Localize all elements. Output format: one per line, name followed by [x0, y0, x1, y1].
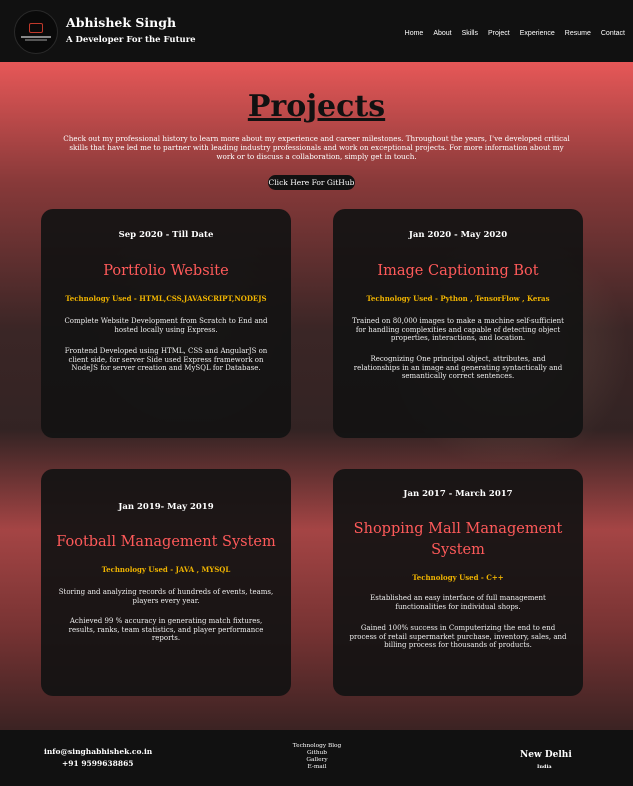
project-tech: Technology Used - Python , TensorFlow , … — [366, 294, 550, 303]
nav-contact[interactable]: Contact — [601, 30, 625, 37]
project-tech: Technology Used - C++ — [412, 573, 504, 582]
project-desc: Established an easy interface of full ma… — [370, 594, 546, 611]
site-owner-name: Abhishek Singh — [66, 15, 177, 30]
main-nav: Home About Skills Project Experience Res… — [405, 30, 625, 37]
project-date: Sep 2020 - Till Date — [118, 230, 214, 240]
top-navbar: Abhishek Singh A Developer For the Futur… — [0, 0, 633, 62]
footer-city: New Delhi — [520, 750, 572, 760]
intro-text: Check out my professional history to lea… — [63, 134, 570, 161]
project-date: Jan 2019- May 2019 — [118, 502, 214, 512]
project-date: Jan 2020 - May 2020 — [408, 230, 508, 240]
project-desc: Storing and analyzing records of hundred… — [58, 588, 274, 605]
project-desc: Frontend Developed using HTML, CSS and A… — [64, 347, 268, 372]
project-desc: Gained 100% success in Computerizing the… — [349, 624, 567, 649]
project-card: Jan 2019- May 2019 Football Management S… — [41, 469, 291, 696]
nav-about[interactable]: About — [433, 30, 451, 37]
logo-emblem-icon — [29, 23, 43, 33]
footer-country: India — [537, 764, 552, 770]
project-desc: Complete Website Development from Scratc… — [64, 317, 268, 334]
footer-email[interactable]: info@singhabhishek.co.in — [44, 747, 152, 756]
footer-link-email[interactable]: E-mail — [286, 764, 348, 771]
nav-project[interactable]: Project — [488, 30, 510, 37]
github-button[interactable]: Click Here For GitHub — [268, 175, 355, 190]
footer-link-blog[interactable]: Technology Blog — [286, 743, 348, 750]
site-tagline: A Developer For the Future — [66, 35, 196, 45]
project-desc: Recognizing One principal object, attrib… — [353, 355, 563, 380]
project-desc: Achieved 99 % accuracy in generating mat… — [68, 617, 264, 642]
footer: info@singhabhishek.co.in +91 9599638865 … — [0, 730, 633, 786]
footer-link-gallery[interactable]: Gallery — [286, 757, 348, 764]
nav-skills[interactable]: Skills — [462, 30, 478, 37]
project-desc: Trained on 80,000 images to make a machi… — [352, 317, 564, 342]
project-title: Image Captioning Bot — [377, 263, 539, 279]
project-tech: Technology Used - HTML,CSS,JAVASCRIPT,NO… — [65, 294, 267, 303]
project-title: Portfolio Website — [103, 263, 229, 279]
project-date: Jan 2017 - March 2017 — [403, 489, 513, 499]
project-title: Football Management System — [56, 534, 276, 550]
project-card: Jan 2020 - May 2020 Image Captioning Bot… — [333, 209, 583, 438]
project-tech: Technology Used - JAVA , MYSQL — [101, 565, 231, 574]
footer-links: Technology Blog Github Gallery E-mail — [286, 743, 348, 771]
footer-phone[interactable]: +91 9599638865 — [62, 759, 134, 768]
project-title: Shopping Mall Management System — [353, 521, 563, 558]
nav-resume[interactable]: Resume — [565, 30, 591, 37]
nav-experience[interactable]: Experience — [520, 30, 555, 37]
page-title: Projects — [247, 89, 386, 124]
project-card: Sep 2020 - Till Date Portfolio Website T… — [41, 209, 291, 438]
logo[interactable] — [14, 10, 58, 54]
project-card: Jan 2017 - March 2017 Shopping Mall Mana… — [333, 469, 583, 696]
footer-link-github[interactable]: Github — [286, 750, 348, 757]
nav-home[interactable]: Home — [405, 30, 424, 37]
